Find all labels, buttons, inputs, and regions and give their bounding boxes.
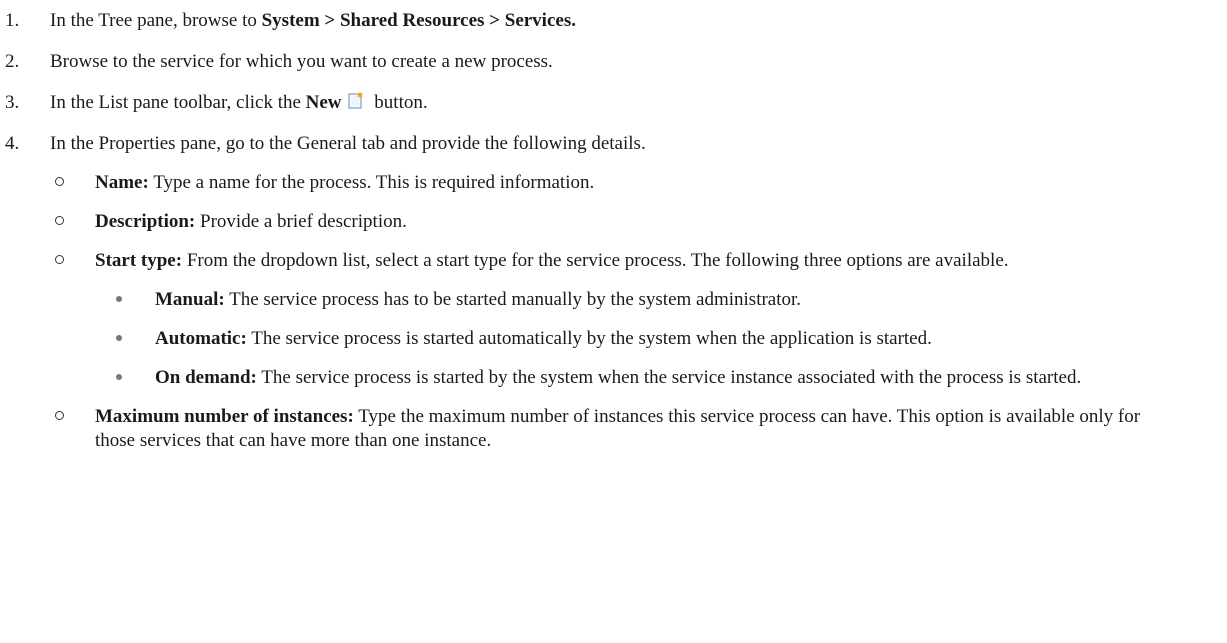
dot-bullet-icon — [116, 335, 122, 341]
start-type-term: Automatic: — [155, 328, 247, 349]
detail-item-start-type: Start type: From the dropdown list, sele… — [0, 249, 1155, 273]
step-text: In the List pane toolbar, click the — [50, 92, 306, 113]
dot-bullet-icon — [116, 296, 122, 302]
start-type-term: On demand: — [155, 367, 257, 388]
menu-path: System > Shared Resources > Services. — [261, 10, 576, 31]
start-type-text: The service process is started automatic… — [246, 328, 932, 349]
new-document-icon — [347, 91, 364, 109]
procedure-document: 1. In the Tree pane, browse to System > … — [0, 0, 1227, 453]
step-number: 4. — [5, 133, 20, 154]
new-button-label: New — [305, 92, 342, 113]
start-type-text: The service process has to be started ma… — [224, 289, 802, 310]
step-3: 3. In the List pane toolbar, click the N… — [0, 91, 1227, 115]
step-number: 1. — [5, 10, 20, 31]
step-1: 1. In the Tree pane, browse to System > … — [0, 9, 1227, 33]
start-type-automatic: Automatic: The service process is starte… — [0, 327, 1145, 351]
step-text: Browse to the service for which you want… — [50, 51, 553, 72]
detail-term: Description: — [95, 211, 196, 232]
circle-bullet-icon — [55, 411, 64, 420]
circle-bullet-icon — [55, 216, 64, 225]
detail-term: Maximum number of instances: — [95, 406, 354, 427]
step-text: In the Tree pane, browse to — [50, 10, 262, 31]
step-number: 2. — [5, 51, 20, 72]
step-number: 3. — [5, 92, 20, 113]
start-type-term: Manual: — [155, 289, 225, 310]
detail-text: Type a name for the process. This is req… — [148, 172, 595, 193]
detail-term: Name: — [95, 172, 149, 193]
detail-item-name: Name: Type a name for the process. This … — [0, 171, 1155, 195]
detail-text: From the dropdown list, select a start t… — [182, 250, 1009, 271]
detail-item-description: Description: Provide a brief description… — [0, 210, 1155, 234]
step-4: 4. In the Properties pane, go to the Gen… — [0, 132, 1227, 156]
dot-bullet-icon — [116, 374, 122, 380]
detail-text: Provide a brief description. — [195, 211, 407, 232]
step-text-after: button. — [369, 92, 428, 113]
step-2: 2. Browse to the service for which you w… — [0, 50, 1227, 74]
start-type-on-demand: On demand: The service process is starte… — [0, 366, 1145, 390]
start-type-manual: Manual: The service process has to be st… — [0, 288, 1145, 312]
detail-term: Start type: — [95, 250, 183, 271]
start-type-text: The service process is started by the sy… — [256, 367, 1082, 388]
detail-item-max-instances: Maximum number of instances: Type the ma… — [0, 405, 1155, 453]
circle-bullet-icon — [55, 177, 64, 186]
step-text: In the Properties pane, go to the Genera… — [50, 133, 646, 154]
circle-bullet-icon — [55, 255, 64, 264]
